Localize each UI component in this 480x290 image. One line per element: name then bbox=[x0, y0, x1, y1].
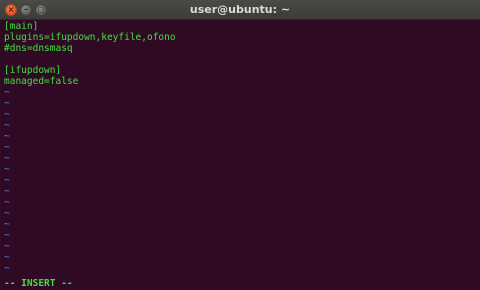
window-title: user@ubuntu: ~ bbox=[189, 3, 291, 16]
empty-line-tilde: ~ bbox=[4, 87, 10, 98]
empty-line-tilde: ~ bbox=[4, 263, 10, 274]
editor-line: plugins=ifupdown,keyfile,ofono bbox=[4, 32, 176, 43]
empty-line-tilde: ~ bbox=[4, 208, 10, 219]
empty-line-tilde: ~ bbox=[4, 197, 10, 208]
empty-line-tilde: ~ bbox=[4, 153, 10, 164]
editor-line: [main] bbox=[4, 21, 39, 32]
empty-line-tilde: ~ bbox=[4, 142, 10, 153]
empty-line-tilde: ~ bbox=[4, 131, 10, 142]
empty-line-tilde: ~ bbox=[4, 230, 10, 241]
editor-line: [ifupdown] bbox=[4, 65, 62, 76]
empty-line-tilde: ~ bbox=[4, 186, 10, 197]
mode-status: -- INSERT -- bbox=[4, 278, 73, 289]
empty-line-tilde: ~ bbox=[4, 175, 10, 186]
empty-line-tilde: ~ bbox=[4, 164, 10, 175]
title-bar[interactable]: × – □ user@ubuntu: ~ bbox=[0, 0, 480, 20]
editor-line: #dns=dnsmasq bbox=[4, 43, 73, 54]
empty-line-tilde: ~ bbox=[4, 219, 10, 230]
terminal-area[interactable]: [main] plugins=ifupdown,keyfile,ofono #d… bbox=[0, 20, 480, 290]
empty-line-tilde: ~ bbox=[4, 120, 10, 131]
empty-line-tilde: ~ bbox=[4, 109, 10, 120]
terminal-window: × – □ user@ubuntu: ~ [main] plugins=ifup… bbox=[0, 0, 480, 290]
empty-line-tilde: ~ bbox=[4, 252, 10, 263]
editor-line: managed=false bbox=[4, 76, 79, 87]
empty-line-tilde: ~ bbox=[4, 241, 10, 252]
empty-line-tilde: ~ bbox=[4, 98, 10, 109]
